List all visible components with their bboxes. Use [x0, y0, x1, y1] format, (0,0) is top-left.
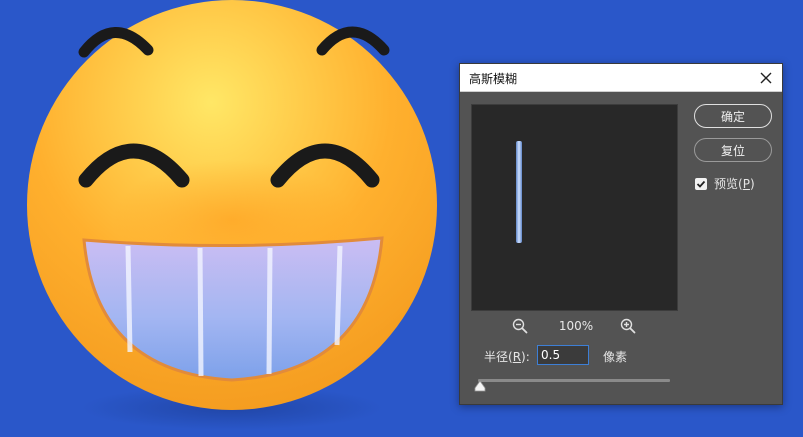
- preview-area[interactable]: [471, 104, 678, 311]
- checkmark-icon: [696, 180, 706, 188]
- checkbox-box[interactable]: [695, 177, 707, 190]
- preview-label-prefix: 预览(: [714, 177, 743, 191]
- reset-button[interactable]: 复位: [694, 138, 772, 162]
- radius-label: 半径(R):: [484, 348, 530, 365]
- close-icon: [760, 72, 772, 84]
- preview-label-suffix: ): [749, 177, 755, 191]
- radius-input[interactable]: [537, 345, 589, 365]
- dialog-title: 高斯模糊: [469, 72, 518, 86]
- gaussian-blur-dialog: 高斯模糊 100% 半径(R): 像素 确定 复位: [459, 63, 783, 405]
- preview-checkbox[interactable]: 预览(P): [695, 175, 755, 192]
- zoom-controls: 100%: [471, 318, 678, 336]
- close-button[interactable]: [756, 68, 776, 88]
- triangle-thumb-icon[interactable]: [474, 380, 486, 392]
- radius-label-prefix: 半径(: [484, 350, 513, 364]
- radius-slider-track[interactable]: [478, 379, 670, 382]
- radius-label-suffix: ):: [521, 350, 530, 364]
- radius-hotkey: R: [512, 350, 522, 364]
- preview-hotkey: P: [742, 177, 750, 191]
- zoom-in-icon[interactable]: [620, 318, 636, 334]
- ok-button[interactable]: 确定: [694, 104, 772, 128]
- zoom-level: 100%: [558, 319, 594, 333]
- unit-label: 像素: [603, 350, 628, 364]
- zoom-out-icon[interactable]: [512, 318, 528, 334]
- preview-label: 预览(P): [714, 175, 755, 192]
- dialog-titlebar[interactable]: 高斯模糊: [460, 64, 782, 92]
- preview-content: [516, 141, 522, 243]
